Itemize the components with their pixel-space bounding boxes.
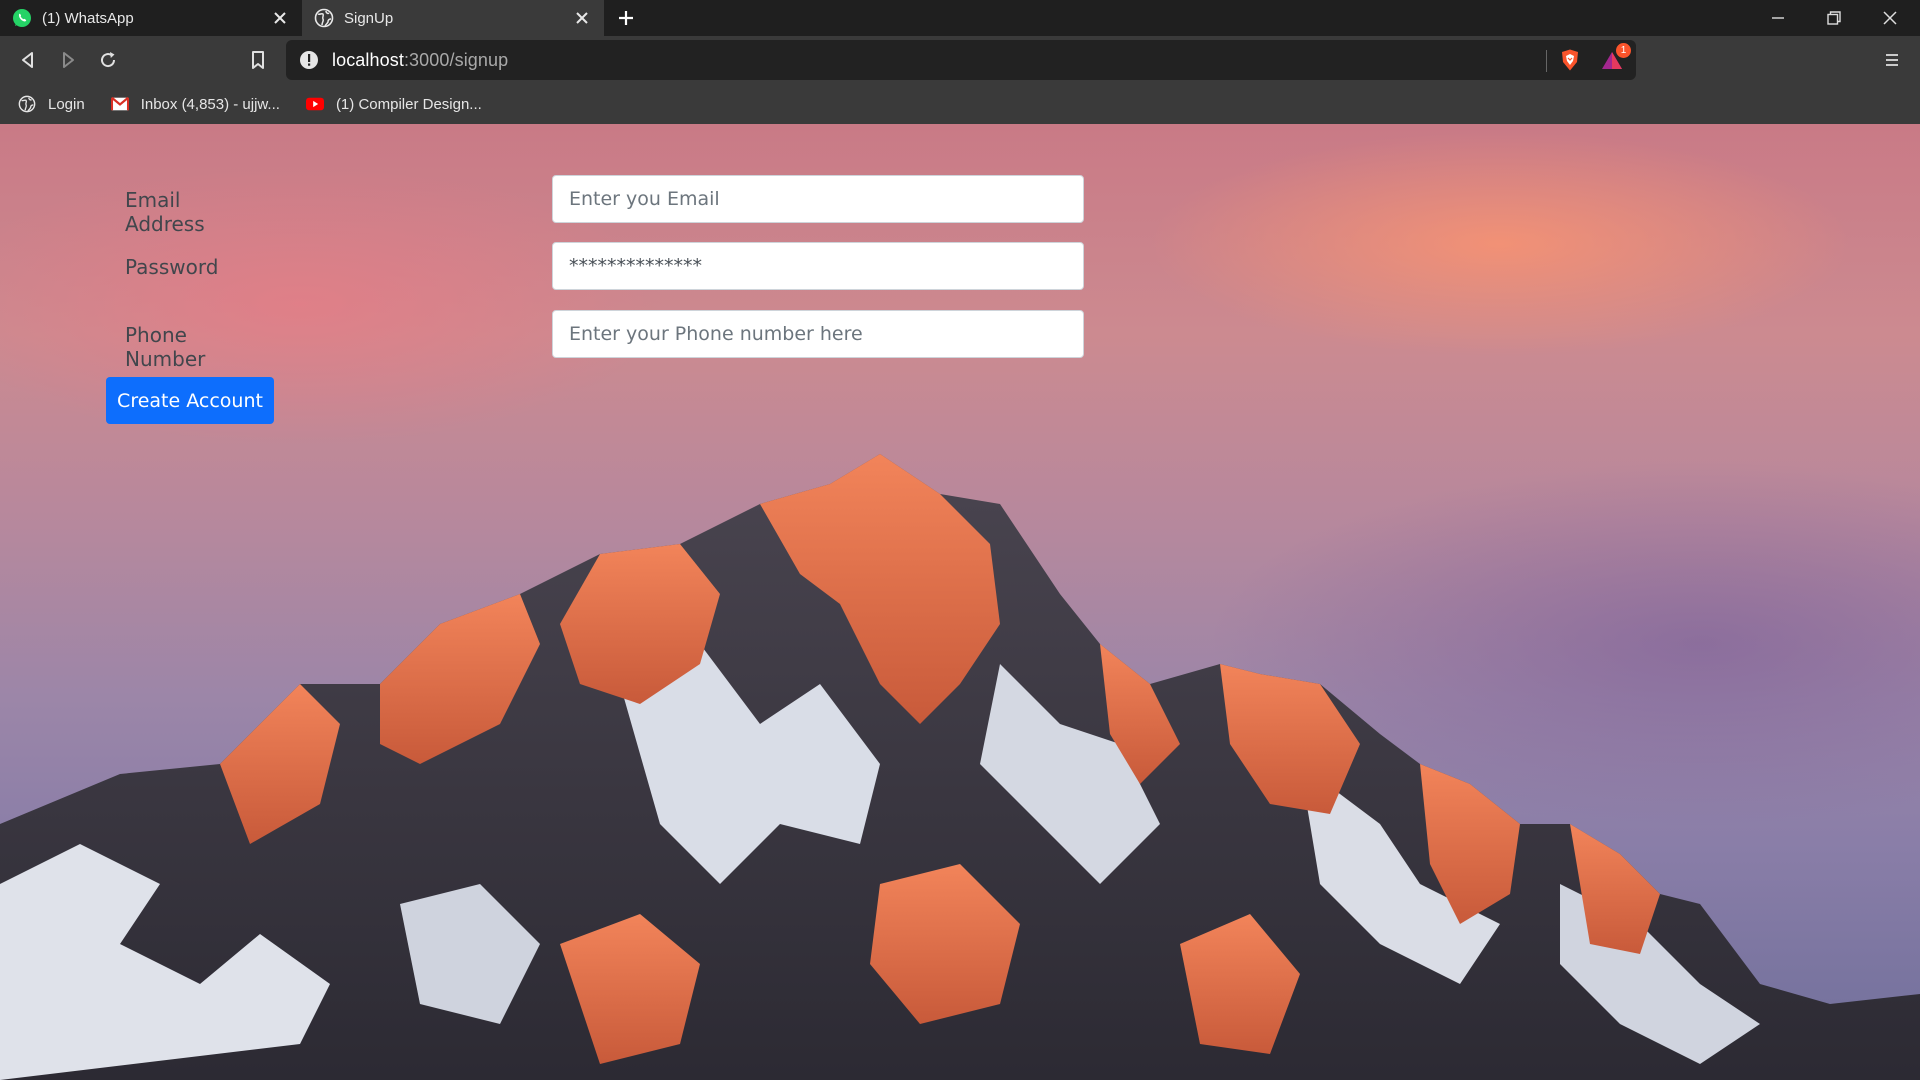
back-arrow-icon bbox=[22, 52, 33, 68]
new-tab-button[interactable] bbox=[606, 0, 646, 36]
bookmark-button[interactable] bbox=[240, 42, 276, 78]
page-viewport: Email Address Password Phone Number Crea… bbox=[0, 124, 1920, 1080]
reload-button[interactable] bbox=[90, 42, 126, 78]
password-input[interactable] bbox=[552, 242, 1084, 290]
whatsapp-icon bbox=[13, 9, 31, 27]
forward-button[interactable] bbox=[50, 42, 86, 78]
tab-title: SignUp bbox=[344, 9, 394, 27]
rewards-badge: 1 bbox=[1616, 43, 1631, 58]
close-window-button[interactable] bbox=[1862, 0, 1918, 36]
restore-button[interactable] bbox=[1806, 0, 1862, 36]
hamburger-menu-icon bbox=[1886, 54, 1898, 66]
youtube-icon bbox=[305, 97, 324, 111]
reload-icon bbox=[101, 52, 116, 68]
tab-whatsapp[interactable]: (1) WhatsApp bbox=[0, 0, 302, 36]
email-input[interactable] bbox=[552, 175, 1084, 223]
tab-strip: (1) WhatsApp SignUp bbox=[0, 0, 1920, 36]
password-label: Password bbox=[125, 255, 219, 279]
globe-icon bbox=[18, 95, 36, 113]
browser-toolbar: localhost:3000/signup 1 bbox=[0, 36, 1920, 84]
tab-signup[interactable]: SignUp bbox=[302, 0, 604, 36]
close-tab-icon[interactable] bbox=[572, 8, 592, 28]
close-icon bbox=[1883, 11, 1897, 25]
restore-icon bbox=[1827, 11, 1841, 25]
forward-arrow-icon bbox=[63, 52, 74, 68]
site-info-icon[interactable] bbox=[298, 49, 320, 71]
address-bar[interactable]: localhost:3000/signup 1 bbox=[286, 40, 1636, 80]
email-label: Email Address bbox=[125, 188, 205, 236]
minimize-icon bbox=[1772, 17, 1784, 19]
address-divider bbox=[1546, 50, 1547, 72]
phone-input[interactable] bbox=[552, 310, 1084, 358]
bookmark-compiler-design[interactable]: (1) Compiler Design... bbox=[305, 95, 482, 113]
bookmark-icon bbox=[252, 51, 264, 69]
phone-label: Phone Number bbox=[125, 323, 206, 371]
menu-button[interactable] bbox=[1874, 42, 1910, 78]
gmail-icon bbox=[110, 96, 129, 111]
bookmark-login[interactable]: Login bbox=[18, 95, 85, 113]
minimize-button[interactable] bbox=[1750, 0, 1806, 36]
bookmark-label: Inbox (4,853) - ujjw... bbox=[140, 95, 280, 113]
create-account-button[interactable]: Create Account bbox=[106, 377, 274, 424]
back-button[interactable] bbox=[10, 42, 46, 78]
url-path: :3000/signup bbox=[403, 49, 509, 70]
plus-icon bbox=[619, 11, 633, 25]
bookmarks-bar: Login Inbox (4,853) - ujjw... (1) Compil… bbox=[0, 84, 1920, 124]
bookmark-inbox[interactable]: Inbox (4,853) - ujjw... bbox=[110, 95, 280, 113]
bookmark-label: (1) Compiler Design... bbox=[335, 95, 482, 113]
brave-shield-icon[interactable] bbox=[1558, 48, 1582, 72]
tab-title: (1) WhatsApp bbox=[42, 9, 134, 27]
url-text[interactable]: localhost:3000/signup bbox=[332, 50, 508, 71]
close-tab-icon[interactable] bbox=[270, 8, 290, 28]
url-host: localhost bbox=[332, 49, 404, 70]
globe-icon bbox=[314, 8, 334, 28]
bookmark-label: Login bbox=[48, 95, 85, 113]
